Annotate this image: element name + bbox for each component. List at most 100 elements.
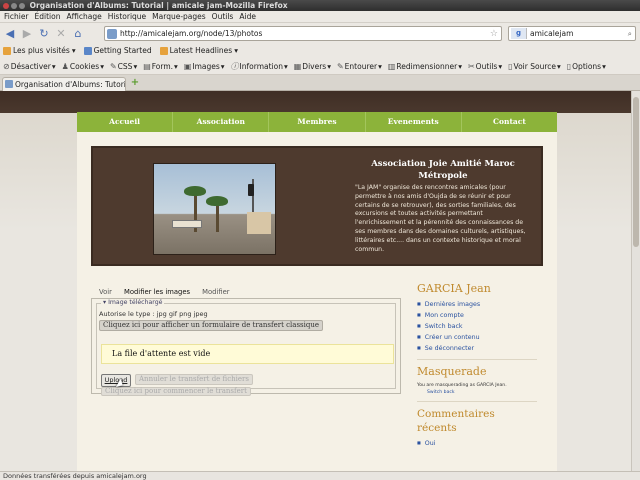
menu-marque-pages[interactable]: Marque-pages bbox=[152, 11, 206, 22]
link-mon-compte[interactable]: Mon compte bbox=[425, 310, 537, 321]
banner-photo bbox=[153, 163, 276, 255]
rss-icon bbox=[159, 47, 168, 55]
source-icon: ▯ bbox=[508, 61, 513, 71]
menu-aide[interactable]: Aide bbox=[239, 11, 256, 22]
upload-legend[interactable]: ▾ Image téléchargé bbox=[101, 299, 165, 306]
nav-evenements[interactable]: Evenements bbox=[366, 112, 462, 132]
options-icon: ▯ bbox=[566, 61, 572, 71]
menu-historique[interactable]: Historique bbox=[108, 11, 146, 22]
reload-icon[interactable]: ↻ bbox=[37, 27, 51, 41]
content-tabs: Voir Modifier les images Modifier bbox=[99, 288, 230, 296]
image-icon: ▣ bbox=[183, 61, 192, 71]
dev-information-menu[interactable]: ⓘ Information ▾ bbox=[231, 58, 288, 74]
wrench-icon: ✂ bbox=[467, 61, 475, 71]
info-icon: ⓘ bbox=[230, 61, 239, 71]
folder-icon bbox=[3, 47, 11, 55]
forward-arrow-icon[interactable]: ▶ bbox=[20, 27, 34, 41]
form-icon: ▤ bbox=[143, 61, 151, 71]
dev-outline-menu[interactable]: ✎ Entourer ▾ bbox=[337, 58, 382, 74]
search-icon[interactable]: ⌕ bbox=[628, 29, 632, 39]
header-banner: Association Joie Amitié Maroc Métropole … bbox=[91, 146, 543, 266]
link-creer-contenu[interactable]: Créer un contenu bbox=[425, 332, 537, 343]
web-developer-toolbar: ⊘ Désactiver ▾ ♟ Cookies ▾ ✎ CSS ▾ ▤ Form. ▾ ▣ Im… bbox=[0, 58, 640, 75]
bookmark-latest-headlines[interactable]: Latest Headlines ▾ bbox=[159, 44, 238, 58]
link-switch-back[interactable]: Switch back bbox=[425, 321, 537, 332]
dev-cookies-menu[interactable]: ♟ Cookies ▾ bbox=[62, 58, 104, 74]
classic-form-button[interactable]: Cliquez ici pour afficher un formulaire … bbox=[99, 320, 323, 331]
new-tab-icon[interactable]: + bbox=[129, 77, 141, 89]
sidebar-divider bbox=[417, 401, 537, 402]
link-dernieres-images[interactable]: Dernières images bbox=[425, 299, 537, 310]
google-engine-icon[interactable]: g bbox=[511, 28, 527, 39]
masquerade-text: You are masquerading as GARCIA Jean. bbox=[417, 383, 507, 388]
tab-modifier-images[interactable]: Modifier les images bbox=[124, 288, 190, 296]
nav-accueil[interactable]: Accueil bbox=[77, 112, 174, 132]
sidebar: GARCIA Jean Dernières images Mon compte … bbox=[417, 282, 537, 449]
upload-fieldset: ▾ Image téléchargé Autorise le type : jp… bbox=[96, 299, 396, 396]
bookmark-most-visited[interactable]: Les plus visités ▾ bbox=[3, 44, 76, 58]
dev-images-menu[interactable]: ▣ Images ▾ bbox=[184, 58, 225, 74]
dev-view-source-menu[interactable]: ▯ Voir Source ▾ bbox=[508, 58, 561, 74]
tab-favicon-icon bbox=[5, 80, 13, 88]
url-bar[interactable]: http://amicalejam.org/node/13/photos ☆ bbox=[104, 26, 502, 41]
masquerade-switch-back[interactable]: Switch back bbox=[417, 389, 537, 396]
dev-css-menu[interactable]: ✎ CSS ▾ bbox=[110, 58, 137, 74]
bookmarks-toolbar: Les plus visités ▾ Getting Started Lates… bbox=[0, 44, 640, 58]
maximize-window-icon[interactable] bbox=[19, 3, 25, 9]
stop-icon[interactable]: ✕ bbox=[54, 27, 68, 41]
bookmark-getting-started[interactable]: Getting Started bbox=[83, 44, 152, 58]
menu-outils[interactable]: Outils bbox=[212, 11, 234, 22]
close-window-icon[interactable] bbox=[3, 3, 9, 9]
page-scrollbar[interactable] bbox=[631, 91, 640, 471]
banner-title: Association Joie Amitié Maroc Métropole bbox=[371, 159, 515, 181]
comment-item[interactable]: Oui bbox=[425, 438, 537, 449]
nav-membres[interactable]: Membres bbox=[269, 112, 366, 132]
status-bar: Données transférées depuis amicalejam.or… bbox=[0, 471, 640, 480]
link-se-deconnecter[interactable]: Se déconnecter bbox=[425, 343, 537, 354]
dev-misc-menu[interactable]: ▦ Divers ▾ bbox=[294, 58, 331, 74]
start-transfer-button[interactable]: Cliquez ici pour commencer le transfert bbox=[101, 387, 251, 396]
menu-edition[interactable]: Édition bbox=[35, 11, 61, 22]
dev-forms-menu[interactable]: ▤ Form. ▾ bbox=[143, 58, 178, 74]
upload-queue: La file d'attente est vide bbox=[101, 344, 394, 364]
resize-icon: ▥ bbox=[387, 61, 396, 71]
building-shape bbox=[247, 212, 271, 234]
street-sign-shape bbox=[172, 220, 202, 228]
allowed-types: Autorise le type : jpg gif png jpeg bbox=[99, 310, 208, 318]
palm-tree-shape bbox=[206, 196, 228, 232]
pencil-icon: ✎ bbox=[109, 61, 117, 71]
back-arrow-icon[interactable]: ◀ bbox=[3, 27, 17, 41]
window-title: Organisation d'Albums: Tutorial | amical… bbox=[29, 1, 288, 10]
tab-bar: Organisation d'Albums: Tutori... + bbox=[0, 75, 640, 91]
dev-options-menu[interactable]: ▯ Options ▾ bbox=[567, 58, 606, 74]
site-navigation: Accueil Association Membres Evenements C… bbox=[77, 112, 557, 132]
dev-disable-menu[interactable]: ⊘ Désactiver ▾ bbox=[3, 58, 56, 74]
navigation-toolbar: ◀ ▶ ↻ ✕ ⌂ http://amicalejam.org/node/13/… bbox=[0, 23, 640, 44]
masquerade-title: Masquerade bbox=[417, 365, 487, 378]
user-icon: ♟ bbox=[61, 61, 69, 71]
url-text: http://amicalejam.org/node/13/photos bbox=[120, 29, 263, 38]
minimize-window-icon[interactable] bbox=[11, 3, 17, 9]
menu-affichage[interactable]: Affichage bbox=[66, 11, 101, 22]
comments-list: Oui bbox=[417, 438, 537, 449]
home-icon[interactable]: ⌂ bbox=[71, 27, 85, 41]
nav-association[interactable]: Association bbox=[173, 112, 270, 132]
window-titlebar: Organisation d'Albums: Tutorial | amical… bbox=[0, 0, 640, 11]
tab-voir[interactable]: Voir bbox=[99, 288, 112, 296]
search-input[interactable]: amicalejam bbox=[530, 29, 573, 38]
sidebar-divider bbox=[417, 359, 537, 360]
bookmark-star-icon[interactable]: ☆ bbox=[490, 29, 498, 39]
outline-pencil-icon: ✎ bbox=[336, 61, 344, 71]
cancel-transfer-button[interactable]: Annuler le transfert de fichiers bbox=[135, 374, 253, 385]
search-bar[interactable]: g amicalejam ⌕ bbox=[508, 26, 636, 41]
nav-contact[interactable]: Contact bbox=[462, 112, 557, 132]
menu-bar: Fichier Édition Affichage Historique Mar… bbox=[0, 11, 640, 23]
tab-organisation-albums[interactable]: Organisation d'Albums: Tutori... bbox=[2, 77, 126, 91]
tab-modifier[interactable]: Modifier bbox=[202, 288, 229, 296]
banner-description: "La JAM" organise des rencontres amicale… bbox=[355, 184, 526, 253]
menu-fichier[interactable]: Fichier bbox=[4, 11, 29, 22]
page-viewport: Accueil Association Membres Evenements C… bbox=[0, 91, 631, 471]
scrollbar-thumb[interactable] bbox=[633, 97, 639, 247]
dev-resize-menu[interactable]: ▥ Redimensionner ▾ bbox=[388, 58, 462, 74]
dev-tools-menu[interactable]: ✂ Outils ▾ bbox=[468, 58, 502, 74]
